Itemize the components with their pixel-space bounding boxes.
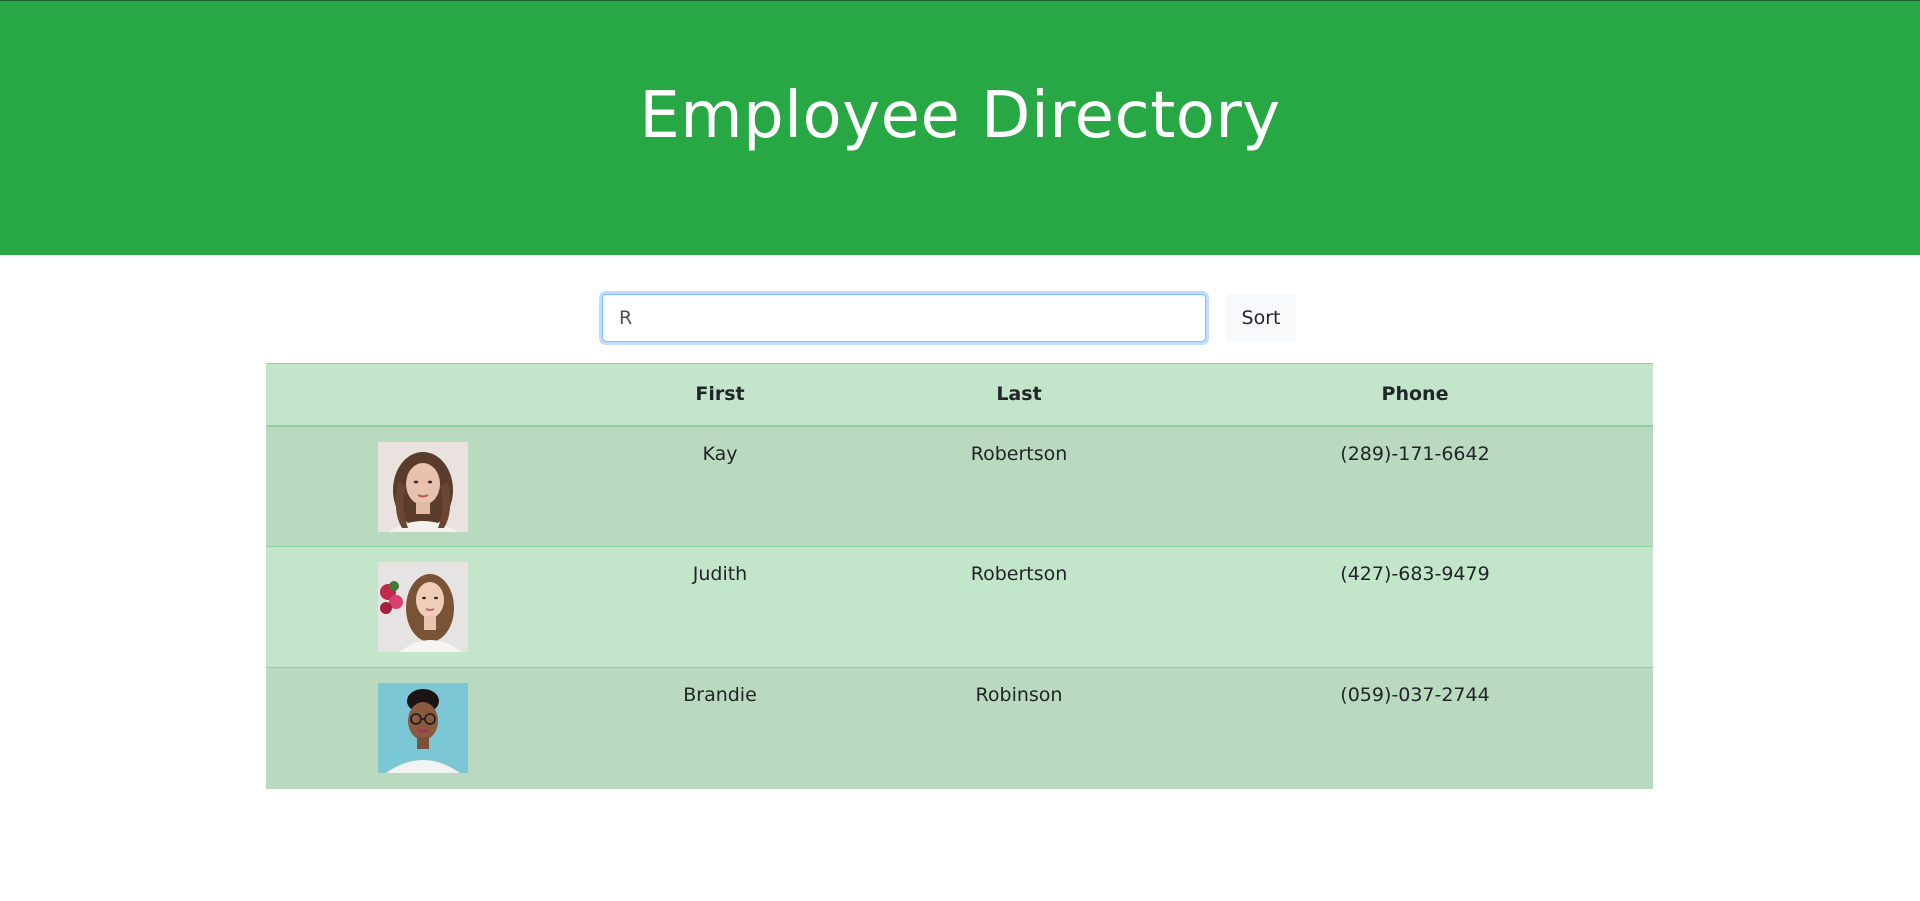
photo-cell (266, 667, 579, 789)
woman-portrait-glasses-blue-background-icon (377, 683, 468, 773)
page-header: Employee Directory (0, 1, 1920, 255)
sort-button[interactable]: Sort (1226, 294, 1296, 342)
last-name-cell: Robertson (861, 546, 1177, 668)
first-name-cell: Judith (579, 546, 861, 668)
last-name-cell: Robertson (861, 425, 1177, 547)
table-header-row: First Last Phone (266, 363, 1653, 427)
woman-portrait-flowers-icon (377, 562, 468, 652)
avatar (377, 441, 468, 532)
photo-cell (266, 425, 579, 547)
last-name-cell: Robinson (861, 667, 1177, 789)
employee-table: First Last Phone Kay Robertson (289)-171… (266, 363, 1653, 789)
column-header-photo (266, 363, 579, 427)
woman-portrait-wavy-hair-icon (377, 441, 468, 532)
table-row: Kay Robertson (289)-171-6642 (266, 425, 1653, 547)
table-row: Brandie Robinson (059)-037-2744 (266, 667, 1653, 789)
search-input[interactable] (602, 294, 1206, 342)
column-header-first[interactable]: First (579, 363, 861, 427)
photo-cell (266, 546, 579, 668)
page-title: Employee Directory (639, 79, 1281, 153)
first-name-cell: Kay (579, 425, 861, 547)
phone-cell: (059)-037-2744 (1177, 667, 1653, 789)
avatar (377, 683, 468, 773)
table-row: Judith Robertson (427)-683-9479 (266, 546, 1653, 668)
avatar (377, 562, 468, 652)
column-header-last[interactable]: Last (861, 363, 1177, 427)
phone-cell: (427)-683-9479 (1177, 546, 1653, 668)
column-header-phone[interactable]: Phone (1177, 363, 1653, 427)
first-name-cell: Brandie (579, 667, 861, 789)
phone-cell: (289)-171-6642 (1177, 425, 1653, 547)
